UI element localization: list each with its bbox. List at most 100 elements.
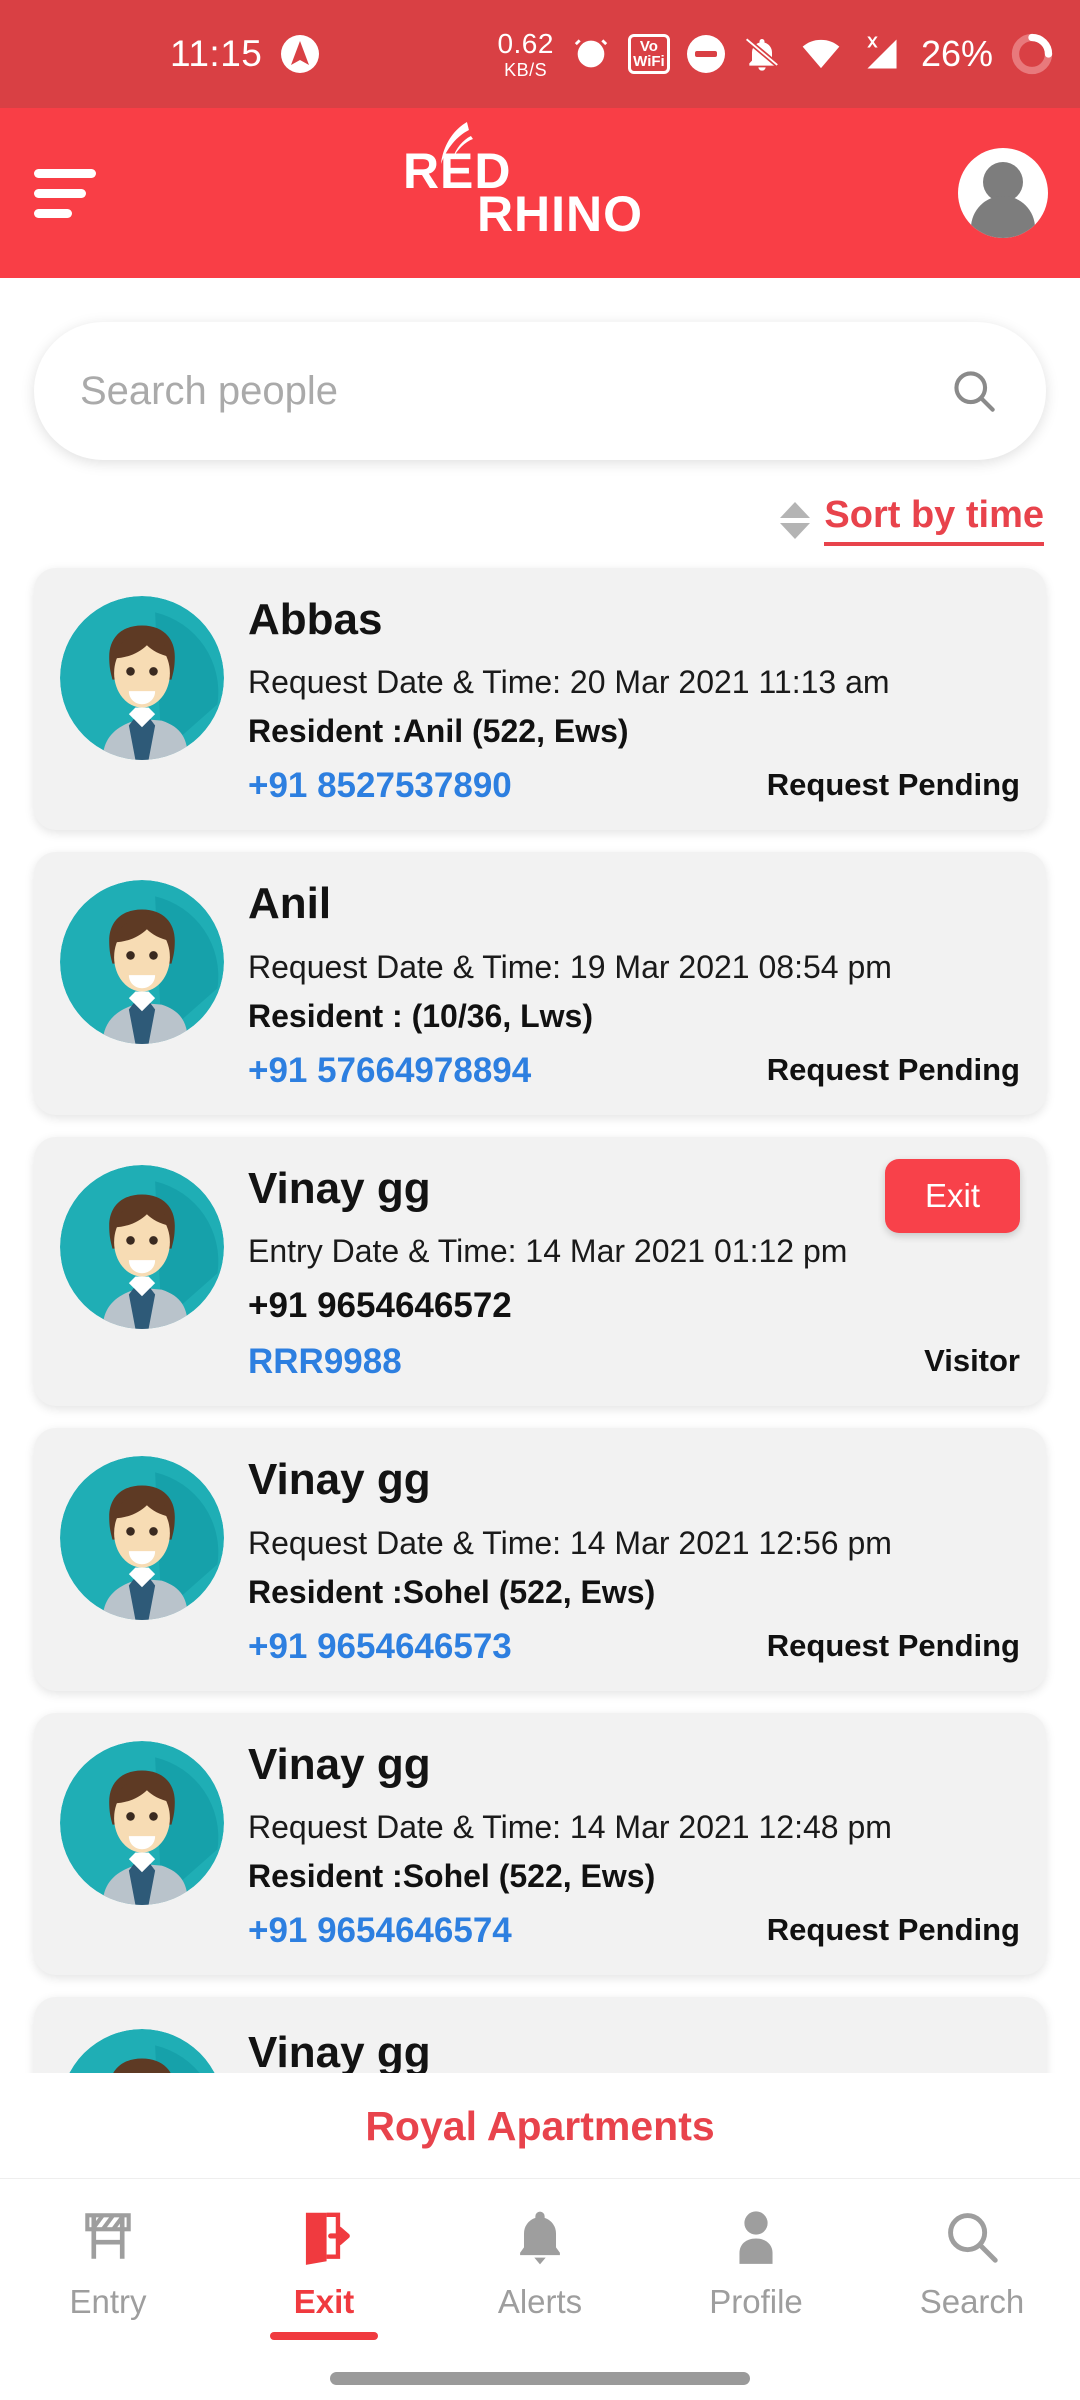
logo-wordmark: RED RHINO xyxy=(403,122,644,242)
avatar-body xyxy=(971,196,1035,238)
visitor-resident: Resident :Sohel (522, Ews) xyxy=(248,1857,656,1894)
status-bar: 11:15 0.62 KB/S Vo WiFi 26% xyxy=(0,0,1080,108)
search-icon[interactable] xyxy=(948,365,1000,417)
gesture-handle xyxy=(330,2371,750,2385)
complex-name: Royal Apartments xyxy=(0,2073,1080,2178)
nav-item-entry[interactable]: Entry xyxy=(0,2179,216,2356)
visitor-phone[interactable]: +91 9654646573 xyxy=(248,1627,512,1667)
battery-ring-icon xyxy=(1010,32,1054,76)
sort-label[interactable]: Sort by time xyxy=(824,494,1044,546)
visitor-card[interactable]: Abbas Request Date & Time: 20 Mar 2021 11… xyxy=(34,568,1046,831)
nav-label: Entry xyxy=(69,2283,147,2320)
visitor-avatar xyxy=(60,1456,224,1621)
adaway-icon xyxy=(280,34,320,74)
status-bar-right: 0.62 KB/S Vo WiFi 26% xyxy=(497,27,1054,80)
exit-door-icon[interactable] xyxy=(293,2201,355,2273)
app-footer: Royal Apartments Entry Exit Alerts Profile S… xyxy=(0,2073,1080,2400)
person-illustration xyxy=(60,1164,224,1329)
nav-item-search[interactable]: Search xyxy=(864,2179,1080,2356)
person-illustration xyxy=(60,1740,224,1905)
bell-icon[interactable] xyxy=(509,2201,571,2273)
visitor-details: Abbas Request Date & Time: 20 Mar 2021 11… xyxy=(248,590,1020,806)
nav-item-profile[interactable]: Profile xyxy=(648,2179,864,2356)
status-clock: 11:15 xyxy=(170,33,263,74)
hamburger-line xyxy=(34,188,86,198)
person-illustration xyxy=(60,596,224,760)
visitor-resident: Resident :Sohel (522, Ews) xyxy=(248,1573,656,1610)
visitor-status: Visitor xyxy=(924,1343,1020,1379)
visitor-card[interactable]: Exit Vinay gg Entry Date & Time: 14 Mar 20… xyxy=(34,1136,1046,1407)
visitor-avatar xyxy=(60,1740,224,1905)
wifi-icon xyxy=(799,34,843,74)
mobile-signal-off-icon xyxy=(860,33,904,75)
battery-percent: 26% xyxy=(920,33,993,74)
gesture-bar[interactable] xyxy=(0,2356,1080,2400)
visitor-datetime: Request Date & Time: 20 Mar 2021 11:13 a… xyxy=(248,664,890,701)
visitor-contact-row: +91 9654646574 Request Pending xyxy=(248,1911,1020,1951)
visitor-contact-row: +91 57664978894 Request Pending xyxy=(248,1051,1020,1091)
hamburger-line xyxy=(34,208,72,218)
visitor-phone[interactable]: +91 57664978894 xyxy=(248,1051,531,1091)
user-avatar-icon[interactable] xyxy=(958,148,1048,238)
search-bar[interactable] xyxy=(34,322,1046,460)
visitor-vehicle-row: RRR9988 Visitor xyxy=(248,1342,1020,1382)
visitor-status: Request Pending xyxy=(766,1051,1020,1087)
data-rate-value: 0.62 xyxy=(497,27,554,59)
nav-label: Search xyxy=(919,2283,1025,2320)
visitor-card[interactable]: Vinay gg Request Date & Time: 14 Mar 2021… xyxy=(34,1712,1046,1975)
bottom-navigation: Entry Exit Alerts Profile Search xyxy=(0,2178,1080,2356)
do-not-disturb-icon xyxy=(686,35,725,73)
person-illustration xyxy=(60,880,224,1045)
visitor-status: Request Pending xyxy=(766,1627,1020,1663)
visitor-datetime: Entry Date & Time: 14 Mar 2021 01:12 pm xyxy=(248,1233,848,1270)
alarm-icon xyxy=(571,34,611,74)
visitor-details: Exit Vinay gg Entry Date & Time: 14 Mar 20… xyxy=(248,1158,1020,1382)
visitor-avatar xyxy=(60,596,224,760)
logo-line-2: RHINO xyxy=(476,186,644,242)
app-logo[interactable]: RED RHINO xyxy=(403,122,644,242)
visitor-details: Vinay gg Request Date & Time: 14 Mar 2021… xyxy=(248,1450,1020,1666)
visitor-resident: Resident :Anil (522, Ews) xyxy=(248,713,629,750)
nav-label: Profile xyxy=(709,2283,803,2320)
visitor-status: Request Pending xyxy=(766,1911,1020,1947)
visitor-card[interactable]: Anil Request Date & Time: 19 Mar 2021 08:… xyxy=(34,852,1046,1115)
visitor-card[interactable]: Vinay gg Request Date & Time: 14 Mar 2021… xyxy=(34,1428,1046,1691)
exit-button[interactable]: Exit xyxy=(884,1158,1020,1233)
visitor-phone[interactable]: +91 9654646572 xyxy=(248,1286,512,1326)
visitor-vehicle: RRR9988 xyxy=(248,1342,402,1382)
visitor-list: Abbas Request Date & Time: 20 Mar 2021 11… xyxy=(0,546,1080,2129)
barrier-icon[interactable] xyxy=(77,2201,139,2273)
search-section xyxy=(0,278,1080,460)
visitor-datetime: Request Date & Time: 19 Mar 2021 08:54 p… xyxy=(248,948,892,985)
visitor-phone[interactable]: +91 8527537890 xyxy=(248,766,512,806)
app-root: 11:15 0.62 KB/S Vo WiFi 26% RED RHINO Se… xyxy=(0,0,1080,2400)
nav-item-exit[interactable]: Exit xyxy=(216,2179,432,2356)
rhino-horn-icon xyxy=(431,120,491,177)
sort-arrow-up xyxy=(780,501,811,518)
visitor-resident: Resident : (10/36, Lws) xyxy=(248,997,593,1034)
nav-active-indicator xyxy=(270,2332,378,2340)
visitor-name: Anil xyxy=(248,879,332,929)
sort-control[interactable]: Sort by time xyxy=(0,460,1080,546)
visitor-name: Abbas xyxy=(248,595,383,644)
visitor-status: Request Pending xyxy=(766,767,1020,803)
data-rate-unit: KB/S xyxy=(504,59,548,80)
vowifi-icon: Vo WiFi xyxy=(627,34,670,74)
visitor-details: Anil Request Date & Time: 19 Mar 2021 08:… xyxy=(248,874,1020,1090)
notifications-muted-icon xyxy=(742,34,782,74)
search-icon[interactable] xyxy=(941,2201,1003,2273)
sort-arrow-down xyxy=(780,522,811,539)
nav-item-alerts[interactable]: Alerts xyxy=(432,2179,648,2356)
app-header: RED RHINO xyxy=(0,108,1080,278)
sort-arrows-icon[interactable] xyxy=(780,501,811,539)
visitor-phone[interactable]: +91 9654646574 xyxy=(248,1911,512,1951)
nav-label: Exit xyxy=(293,2283,355,2320)
visitor-name: Vinay gg xyxy=(248,1739,431,1789)
visitor-details: Vinay gg Request Date & Time: 14 Mar 2021… xyxy=(248,1735,1020,1951)
nav-label: Alerts xyxy=(497,2283,583,2320)
hamburger-menu-icon[interactable] xyxy=(34,168,96,218)
status-bar-left: 11:15 xyxy=(170,33,320,75)
person-icon[interactable] xyxy=(725,2201,787,2273)
data-rate-indicator: 0.62 KB/S xyxy=(497,27,554,80)
search-input[interactable] xyxy=(80,368,948,414)
